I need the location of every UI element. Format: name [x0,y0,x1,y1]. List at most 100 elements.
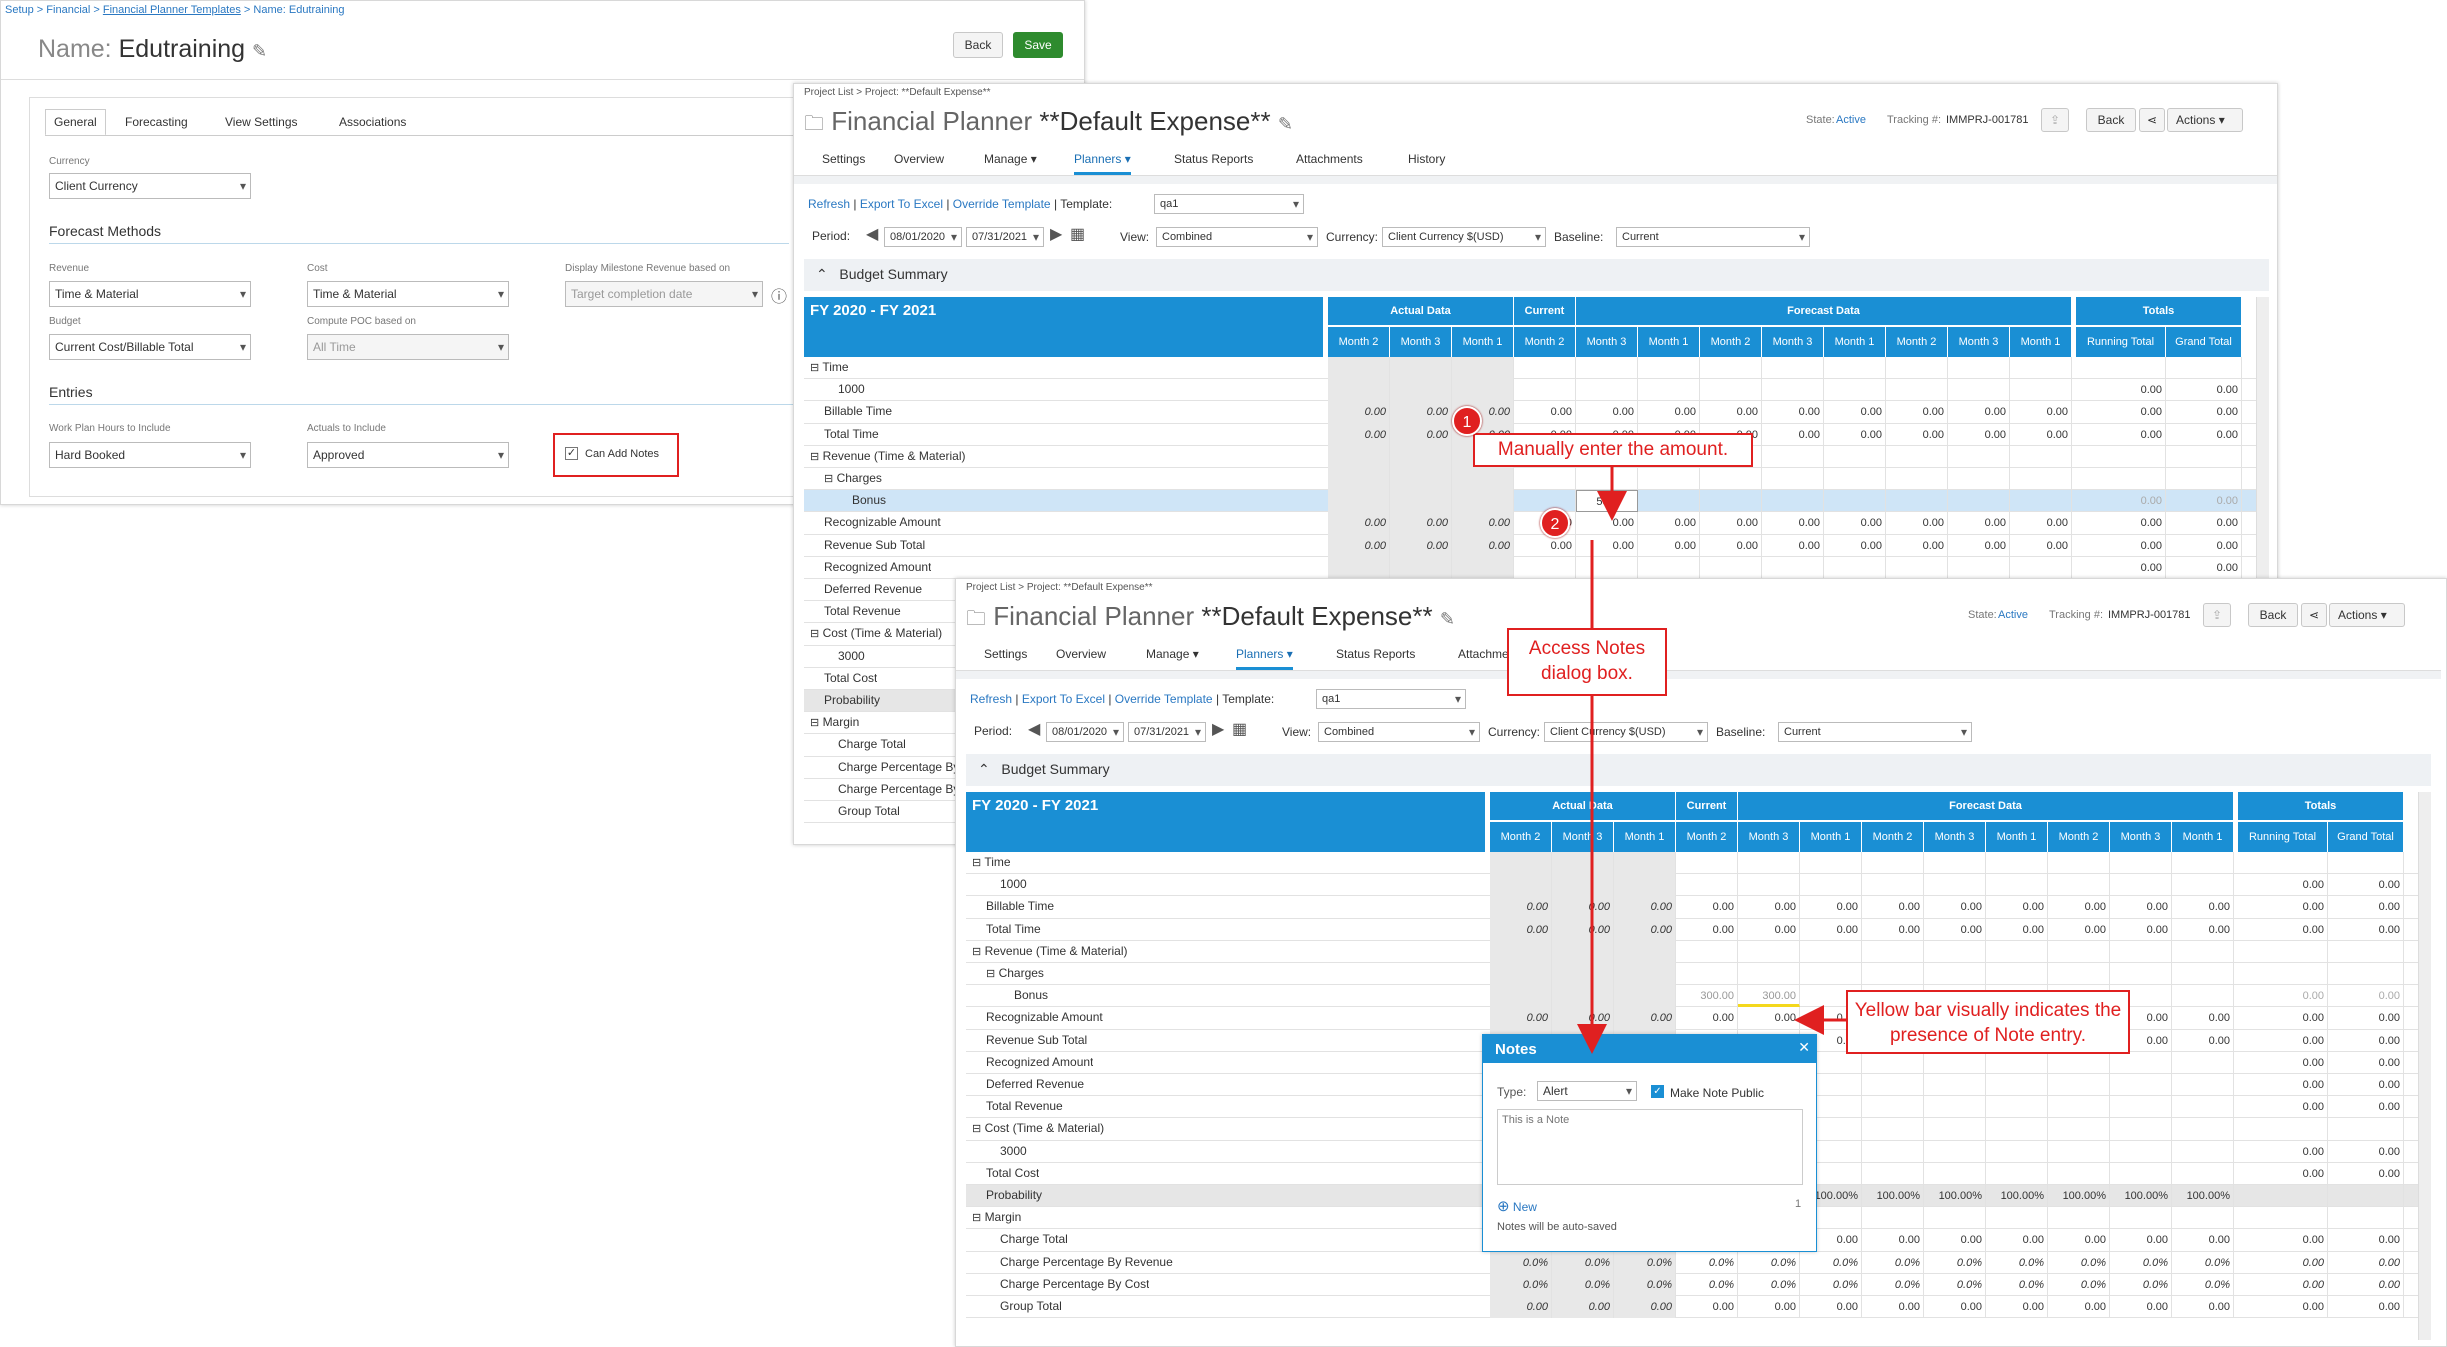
period-from-input[interactable]: 08/01/2020 [1046,722,1124,742]
tab-settings[interactable]: Settings [984,647,1027,661]
note-textarea[interactable] [1497,1109,1803,1185]
override-template-link[interactable]: Override Template [1115,692,1213,706]
collapse-row-icon[interactable]: ⊟ [810,628,819,640]
collapse-row-icon[interactable]: ⊟ [824,473,833,485]
collapse-row-icon[interactable]: ⊟ [810,717,819,729]
value-cell[interactable]: 300.00 [1676,985,1738,1008]
new-note-button[interactable]: ⊕ New [1497,1197,1537,1215]
tab-attachments[interactable]: Attachments [1296,152,1363,166]
baseline-select[interactable]: Current [1616,227,1810,247]
next-period-icon[interactable]: ▶ [1050,224,1062,244]
value-cell[interactable] [1824,490,1886,513]
refresh-link[interactable]: Refresh [808,197,850,211]
tab-history[interactable]: History [1408,152,1445,166]
budget-summary-header[interactable]: ⌃ Budget Summary [804,259,2269,291]
revenue-select[interactable]: Time & Material [49,281,251,307]
currency-select[interactable]: Client Currency [49,173,251,199]
tab-associations[interactable]: Associations [339,115,406,129]
export-excel-link[interactable]: Export To Excel [860,197,943,211]
view-select[interactable]: Combined [1318,722,1480,742]
vertical-scrollbar[interactable] [2418,792,2431,1340]
tab-planners[interactable]: Planners ▾ [1236,647,1293,670]
collapse-row-icon[interactable]: ⊟ [986,968,995,980]
tab-status-reports[interactable]: Status Reports [1174,152,1253,166]
prev-period-icon[interactable]: ◀ [866,224,878,244]
next-period-icon[interactable]: ▶ [1212,719,1224,739]
budget-select[interactable]: Current Cost/Billable Total [49,334,251,360]
template-select[interactable]: qa1 [1316,689,1466,709]
share-icon-button[interactable]: ⋖ [2301,603,2327,627]
value-cell [1862,852,1924,875]
poc-select[interactable]: All Time [307,334,509,360]
info-icon[interactable]: ⓘ [771,283,787,307]
tab-manage[interactable]: Manage ▾ [984,152,1037,166]
actions-button[interactable]: Actions ▾ [2329,603,2405,627]
crumb-setup[interactable]: Setup [5,4,34,16]
value-cell[interactable] [1514,490,1576,513]
tab-forecasting[interactable]: Forecasting [125,115,188,129]
value-cell[interactable] [1638,490,1700,513]
display-milestone-select[interactable]: Target completion date [565,281,763,307]
tab-settings[interactable]: Settings [822,152,865,166]
currency-select[interactable]: Client Currency $(USD) [1382,227,1546,247]
budget-summary-header[interactable]: ⌃ Budget Summary [966,754,2431,786]
period-to-input[interactable]: 07/31/2021 [1128,722,1206,742]
tab-overview[interactable]: Overview [894,152,944,166]
can-add-notes-checkbox[interactable]: ✓ [565,447,578,460]
cost-select[interactable]: Time & Material [307,281,509,307]
tab-manage[interactable]: Manage ▾ [1146,647,1199,661]
calendar-icon[interactable]: ▦ [1232,719,1247,739]
value-cell [1576,468,1638,491]
export-icon-button[interactable]: ⇪ [2203,603,2231,627]
collapse-row-icon[interactable]: ⊟ [972,1212,981,1224]
make-public-checkbox[interactable]: ✓ [1651,1085,1664,1098]
save-button[interactable]: Save [1013,32,1063,58]
edit-pencil-icon[interactable]: ✎ [1440,609,1455,629]
actions-button[interactable]: Actions ▾ [2167,108,2243,132]
value-cell[interactable] [1762,490,1824,513]
prev-period-icon[interactable]: ◀ [1028,719,1040,739]
close-icon[interactable]: ✕ [1798,1039,1810,1056]
value-cell[interactable] [2172,985,2234,1008]
view-select[interactable]: Combined [1156,227,1318,247]
value-cell[interactable] [1886,490,1948,513]
tab-planners[interactable]: Planners ▾ [1074,152,1131,175]
period-to-input[interactable]: 07/31/2021 [966,227,1044,247]
actuals-select[interactable]: Approved [307,442,509,468]
back-button[interactable]: Back [2248,603,2298,627]
tab-general[interactable]: General [45,109,106,136]
collapse-row-icon[interactable]: ⊟ [972,1123,981,1135]
override-template-link[interactable]: Override Template [953,197,1051,211]
tab-overview[interactable]: Overview [1056,647,1106,661]
tab-status-reports[interactable]: Status Reports [1336,647,1415,661]
tab-view-settings[interactable]: View Settings [225,115,298,129]
edit-pencil-icon[interactable]: ✎ [1278,114,1293,134]
value-cell[interactable] [1700,490,1762,513]
back-button[interactable]: Back [2086,108,2136,132]
collapse-row-icon[interactable]: ⊟ [972,946,981,958]
value-cell[interactable]: 300.00 [1738,985,1800,1008]
collapse-row-icon[interactable]: ⊟ [810,451,819,463]
value-cell [2238,963,2328,986]
export-excel-link[interactable]: Export To Excel [1022,692,1105,706]
collapse-row-icon[interactable]: ⊟ [972,857,981,869]
currency-select[interactable]: Client Currency $(USD) [1544,722,1708,742]
notes-type-select[interactable]: Alert [1537,1081,1637,1101]
export-icon-button[interactable]: ⇪ [2041,108,2069,132]
crumb-templates[interactable]: Financial Planner Templates [103,4,241,16]
period-from-input[interactable]: 08/01/2020 [884,227,962,247]
baseline-select[interactable]: Current [1778,722,1972,742]
share-icon-button[interactable]: ⋖ [2139,108,2165,132]
value-cell [1614,985,1676,1008]
back-button[interactable]: Back [953,32,1003,58]
crumb-financial[interactable]: Financial [46,4,90,16]
refresh-link[interactable]: Refresh [970,692,1012,706]
edit-pencil-icon[interactable]: ✎ [252,41,267,61]
calendar-icon[interactable]: ▦ [1070,224,1085,244]
work-plan-hours-select[interactable]: Hard Booked [49,442,251,468]
value-cell[interactable] [1948,490,2010,513]
collapse-row-icon[interactable]: ⊟ [810,362,819,374]
template-select[interactable]: qa1 [1154,194,1304,214]
value-cell[interactable]: 500 [1576,490,1638,513]
value-cell[interactable] [2010,490,2072,513]
